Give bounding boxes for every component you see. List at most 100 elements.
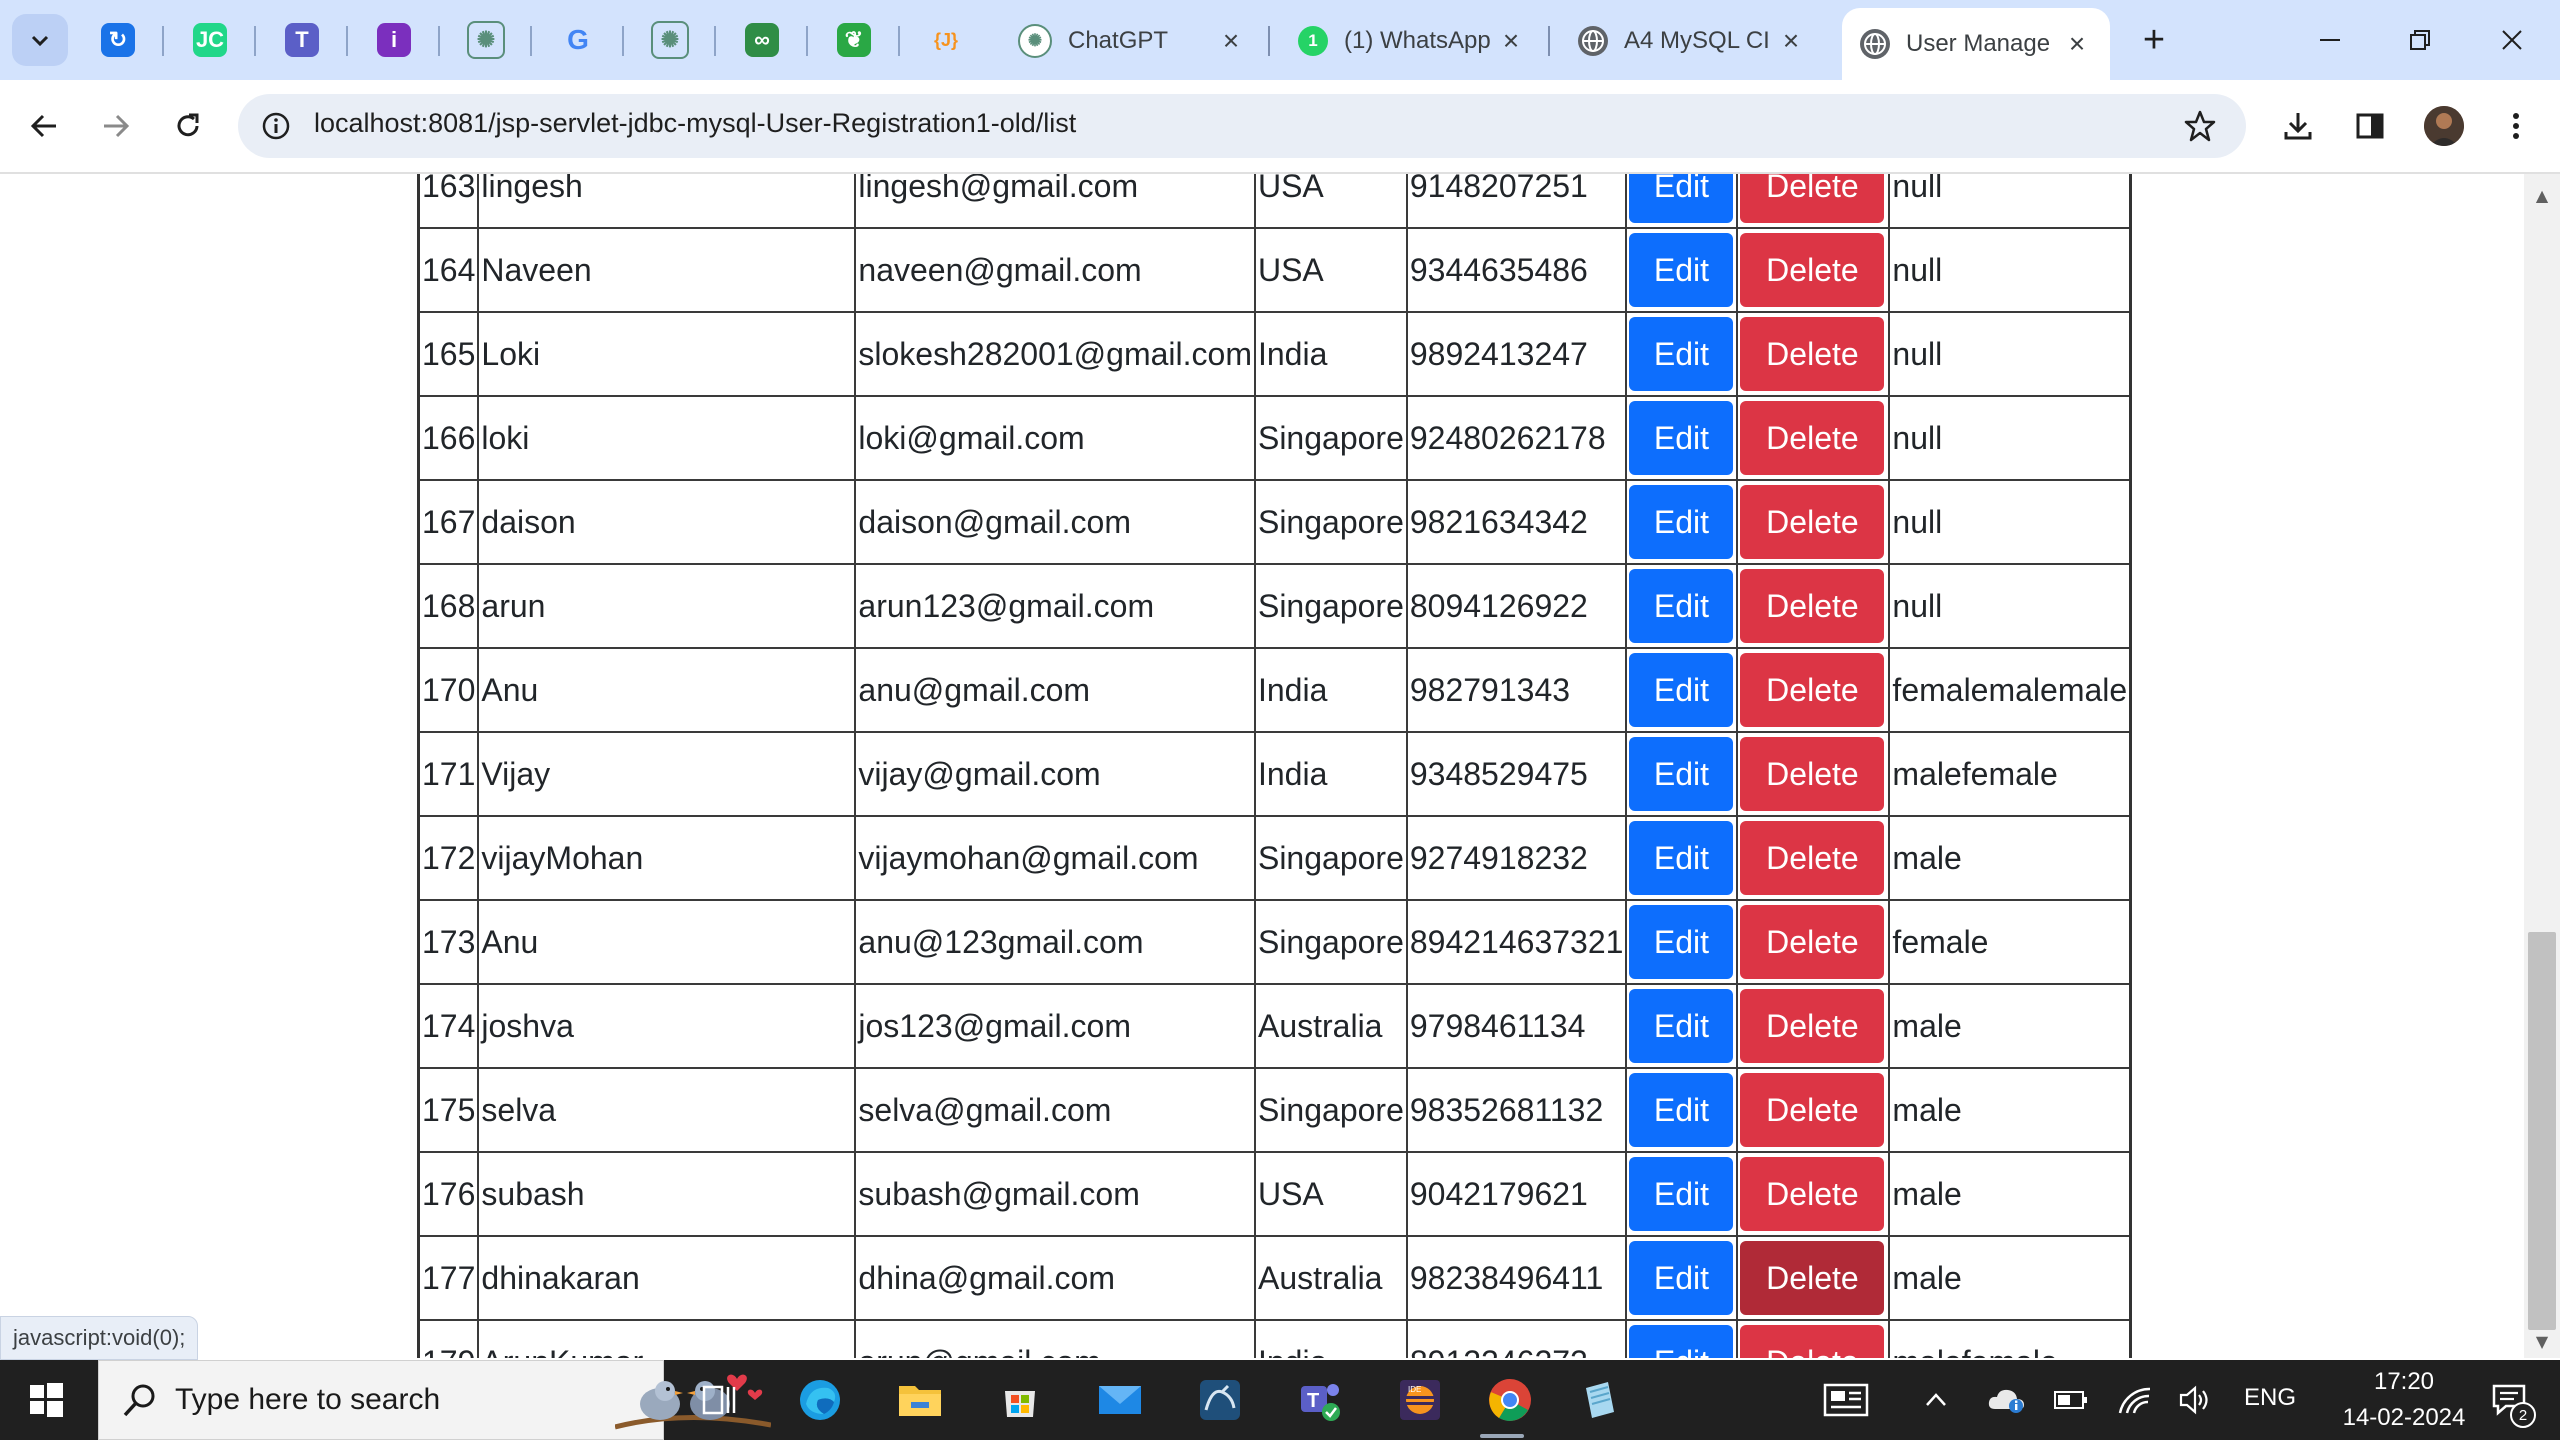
taskbar-app-eclipse[interactable]: IDE — [1390, 1372, 1450, 1428]
downloads-button[interactable] — [2272, 100, 2324, 152]
edit-button[interactable]: Edit — [1629, 401, 1734, 475]
edit-button[interactable]: Edit — [1629, 905, 1734, 979]
taskbar-app-teams[interactable]: T — [1290, 1372, 1350, 1428]
edit-button[interactable]: Edit — [1629, 989, 1734, 1063]
url-text[interactable]: localhost:8081/jsp-servlet-jdbc-mysql-Us… — [314, 108, 1076, 139]
edit-button[interactable]: Edit — [1629, 1241, 1734, 1315]
start-button[interactable] — [16, 1372, 76, 1428]
edit-button[interactable]: Edit — [1629, 1073, 1734, 1147]
delete-button[interactable]: Delete — [1740, 653, 1885, 727]
close-icon[interactable]: × — [1496, 25, 1526, 56]
scroll-up-arrow-icon[interactable]: ▲ — [2524, 180, 2560, 210]
notifications-button[interactable]: 2 — [2480, 1372, 2540, 1428]
tab-mysql[interactable]: A4 MySQL CI × — [1560, 10, 1824, 72]
edit-button[interactable]: Edit — [1629, 233, 1734, 307]
tab-divider — [1548, 26, 1550, 56]
cell-edit: Edit — [1625, 1319, 1739, 1358]
close-icon[interactable]: × — [2062, 28, 2092, 59]
new-tab-button[interactable]: + — [2132, 18, 2176, 62]
taskbar-app-mysql-workbench[interactable] — [1190, 1372, 1250, 1428]
pinned-tab[interactable]: JC — [190, 20, 230, 60]
menu-button[interactable] — [2490, 100, 2542, 152]
close-window-button[interactable] — [2472, 12, 2552, 68]
tab-search-button[interactable] — [12, 14, 68, 66]
delete-button[interactable]: Delete — [1740, 174, 1885, 223]
delete-button[interactable]: Delete — [1740, 317, 1885, 391]
taskbar-app-chrome[interactable] — [1480, 1372, 1540, 1428]
cell-edit: Edit — [1625, 647, 1739, 733]
scrollbar-thumb[interactable] — [2528, 932, 2556, 1330]
delete-button[interactable]: Delete — [1740, 1241, 1885, 1315]
pinned-tab[interactable]: G — [558, 20, 598, 60]
table-row: 179ArunKumararun@gmail.comIndia891224627… — [417, 1319, 2132, 1358]
close-icon[interactable]: × — [1776, 25, 1806, 56]
pinned-tab[interactable]: i — [374, 20, 414, 60]
edit-button[interactable]: Edit — [1629, 1325, 1734, 1358]
forward-button[interactable] — [90, 100, 142, 152]
clock-date[interactable]: 14-02-2024 — [2334, 1404, 2474, 1432]
taskbar-search[interactable]: Type here to search — [98, 1360, 771, 1440]
edit-button[interactable]: Edit — [1629, 174, 1734, 223]
network-button[interactable] — [2110, 1372, 2160, 1428]
volume-button[interactable] — [2170, 1372, 2220, 1428]
edit-button[interactable]: Edit — [1629, 821, 1734, 895]
pinned-tab[interactable]: ✺ — [650, 20, 690, 60]
restore-button[interactable] — [2380, 12, 2460, 68]
cell-name: arun — [477, 563, 857, 649]
delete-button[interactable]: Delete — [1740, 485, 1885, 559]
edit-button[interactable]: Edit — [1629, 653, 1734, 727]
taskbar-app-mail[interactable] — [1090, 1372, 1150, 1428]
edit-button[interactable]: Edit — [1629, 485, 1734, 559]
scroll-down-arrow-icon[interactable]: ▼ — [2524, 1326, 2560, 1356]
edit-button[interactable]: Edit — [1629, 569, 1734, 643]
delete-button[interactable]: Delete — [1740, 989, 1885, 1063]
taskbar-app-edge[interactable] — [790, 1372, 850, 1428]
vertical-scrollbar[interactable]: ▲ ▼ — [2524, 174, 2560, 1358]
table-row: 170 Anu anu@gmail.com India 982791343 Edit Del… — [417, 647, 2132, 733]
delete-button[interactable]: Delete — [1740, 233, 1885, 307]
language-indicator[interactable]: ENG — [2244, 1384, 2296, 1412]
pinned-tab[interactable]: {J} — [926, 20, 966, 60]
pinned-tab[interactable]: ❦ — [834, 20, 874, 60]
delete-button[interactable]: Delete — [1740, 737, 1885, 811]
battery-button[interactable] — [2046, 1372, 2096, 1428]
tab-user-management[interactable]: User Manage × — [1842, 8, 2110, 80]
back-button[interactable] — [18, 100, 70, 152]
tab-chatgpt[interactable]: ✺ ChatGPT × — [1000, 10, 1264, 72]
arrow-left-icon — [30, 114, 56, 138]
address-bar[interactable]: localhost:8081/jsp-servlet-jdbc-mysql-Us… — [238, 94, 2246, 158]
edit-button[interactable]: Edit — [1629, 317, 1734, 391]
tab-whatsapp[interactable]: 1 (1) WhatsApp × — [1280, 10, 1544, 72]
close-icon[interactable]: × — [1216, 25, 1246, 56]
delete-button[interactable]: Delete — [1740, 821, 1885, 895]
delete-button[interactable]: Delete — [1740, 905, 1885, 979]
delete-button[interactable]: Delete — [1740, 401, 1885, 475]
side-panel-button[interactable] — [2344, 100, 2396, 152]
clock-time[interactable]: 17:20 — [2334, 1368, 2474, 1396]
delete-button[interactable]: Delete — [1740, 569, 1885, 643]
minimize-button[interactable] — [2290, 12, 2370, 68]
taskbar-app-task-view[interactable] — [690, 1372, 750, 1428]
edit-button[interactable]: Edit — [1629, 737, 1734, 811]
avatar[interactable] — [2424, 106, 2464, 146]
news-widget-button[interactable] — [1816, 1372, 1876, 1428]
info-icon[interactable] — [258, 108, 294, 144]
pinned-tab[interactable]: ✺ — [466, 20, 506, 60]
taskbar-app-file-explorer[interactable] — [890, 1372, 950, 1428]
edit-button[interactable]: Edit — [1629, 1157, 1734, 1231]
reload-button[interactable] — [162, 100, 214, 152]
cell-phone: 8912246272 — [1405, 1319, 1628, 1358]
delete-button[interactable]: Delete — [1740, 1325, 1885, 1358]
onedrive-button[interactable] — [1982, 1372, 2032, 1428]
pinned-tab[interactable]: T — [282, 20, 322, 60]
taskbar-app-notepad[interactable] — [1570, 1372, 1630, 1428]
windows-logo-icon — [30, 1383, 63, 1417]
show-hidden-icons-button[interactable] — [1914, 1372, 1958, 1428]
pinned-tab[interactable]: ↻ — [98, 20, 138, 60]
delete-button[interactable]: Delete — [1740, 1073, 1885, 1147]
bookmark-star-icon[interactable] — [2180, 106, 2220, 146]
pinned-tab[interactable]: ∞ — [742, 20, 782, 60]
table-row: 177 dhinakaran dhina@gmail.com Australia 982… — [417, 1235, 2132, 1321]
delete-button[interactable]: Delete — [1740, 1157, 1885, 1231]
taskbar-app-microsoft-store[interactable] — [990, 1372, 1050, 1428]
